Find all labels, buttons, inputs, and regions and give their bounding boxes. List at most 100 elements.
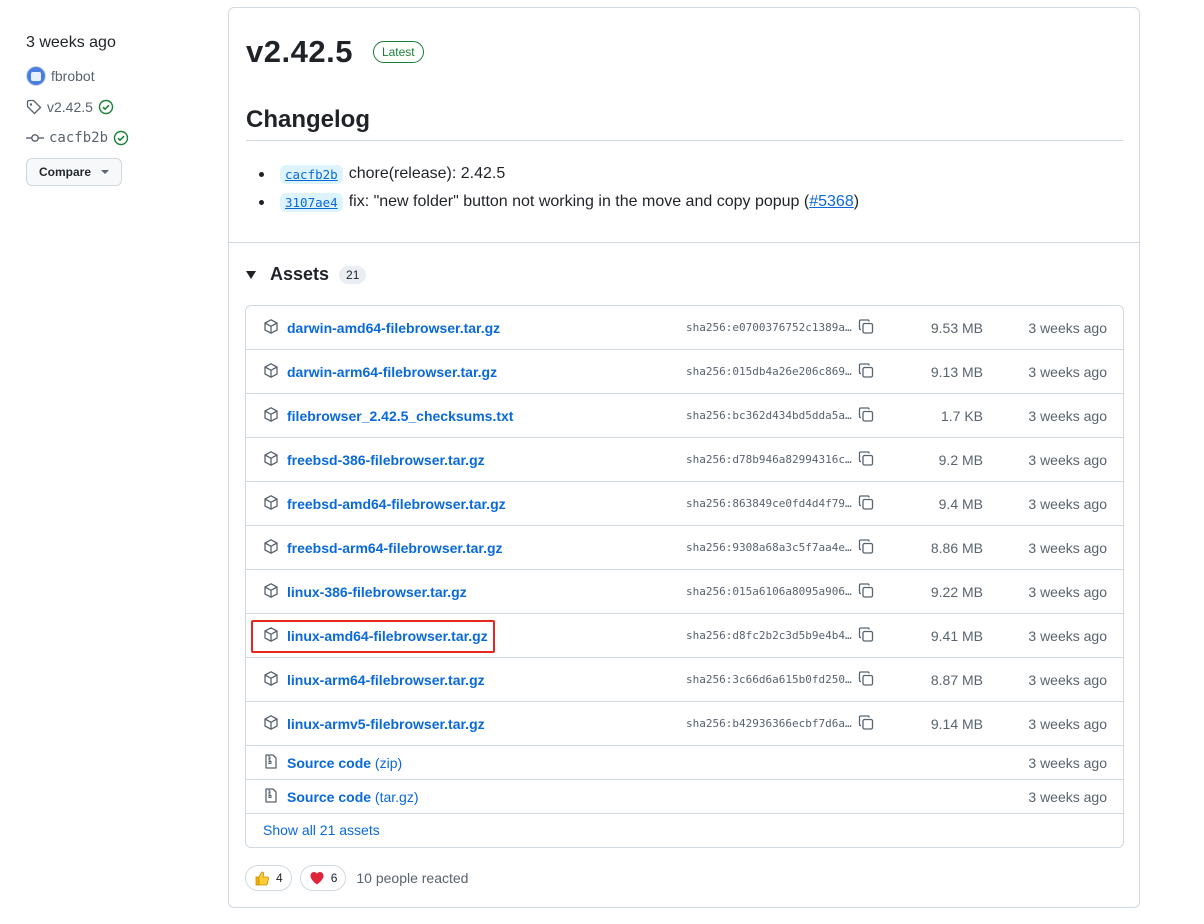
- asset-time: 3 weeks ago: [1028, 451, 1107, 468]
- asset-row: filebrowser_2.42.5_checksums.txt sha256:b…: [246, 394, 1123, 438]
- changelog-list: cacfb2b chore(release): 2.42.5 3107ae4 f…: [259, 160, 859, 216]
- asset-link[interactable]: linux-386-filebrowser.tar.gz: [287, 584, 467, 600]
- changelog-item: cacfb2b chore(release): 2.42.5: [259, 160, 859, 188]
- show-all-assets-link[interactable]: Show all 21 assets: [246, 814, 1123, 845]
- copy-icon[interactable]: [858, 362, 874, 381]
- asset-link[interactable]: linux-armv5-filebrowser.tar.gz: [287, 716, 485, 732]
- tag-label[interactable]: v2.42.5: [47, 99, 93, 115]
- section-divider: [229, 242, 1139, 243]
- release-title[interactable]: v2.42.5: [246, 34, 353, 70]
- asset-link[interactable]: filebrowser_2.42.5_checksums.txt: [287, 408, 513, 424]
- package-icon: [264, 714, 278, 730]
- asset-sha: sha256:015a6106a8095a906…: [686, 585, 852, 598]
- reaction-thumbs-up[interactable]: 4: [245, 865, 292, 891]
- asset-time: 3 weeks ago: [1028, 539, 1107, 556]
- chevron-down-icon: [101, 170, 110, 174]
- asset-size: 8.86 MB: [930, 539, 983, 556]
- source-link[interactable]: Source code (zip): [287, 755, 402, 771]
- changelog-item: 3107ae4 fix: "new folder" button not wor…: [259, 188, 859, 216]
- thumbs-up-icon: [255, 871, 269, 886]
- file-zip-icon: [265, 753, 277, 769]
- asset-sha: sha256:e0700376752c1389a…: [686, 321, 852, 334]
- tag-row[interactable]: v2.42.5: [26, 96, 206, 118]
- asset-link[interactable]: linux-amd64-filebrowser.tar.gz: [287, 628, 488, 644]
- asset-row: freebsd-386-filebrowser.tar.gz sha256:d78…: [246, 438, 1123, 482]
- asset-time: 3 weeks ago: [1028, 715, 1107, 732]
- changelog-text: chore(release): 2.42.5: [348, 165, 506, 182]
- asset-link[interactable]: freebsd-amd64-filebrowser.tar.gz: [287, 496, 506, 512]
- asset-row: linux-amd64-filebrowser.tar.gz sha256:d8f…: [246, 614, 1123, 658]
- compare-button[interactable]: Compare: [26, 158, 123, 186]
- copy-icon[interactable]: [858, 406, 874, 425]
- copy-icon[interactable]: [858, 582, 874, 601]
- source-link[interactable]: Source code (tar.gz): [287, 789, 419, 805]
- source-label: Source code: [287, 754, 372, 771]
- commit-sha[interactable]: cacfb2b: [49, 130, 108, 146]
- reactions-bar: 4 6 10 people reacted: [245, 865, 468, 891]
- copy-icon[interactable]: [858, 538, 874, 557]
- package-icon: [264, 318, 278, 334]
- asset-link[interactable]: freebsd-arm64-filebrowser.tar.gz: [287, 540, 503, 556]
- asset-sha: sha256:3c66d6a615b0fd250…: [686, 673, 852, 686]
- author-name[interactable]: fbrobot: [51, 68, 95, 84]
- heart-icon: [310, 872, 324, 885]
- asset-row: freebsd-amd64-filebrowser.tar.gz sha256:8…: [246, 482, 1123, 526]
- asset-sha: sha256:d78b946a82994316c…: [686, 453, 852, 466]
- asset-link[interactable]: linux-arm64-filebrowser.tar.gz: [287, 672, 485, 688]
- reaction-count: 6: [330, 871, 338, 885]
- source-row: Source code (tar.gz) 3 weeks ago: [246, 780, 1123, 814]
- package-icon: [264, 450, 278, 466]
- asset-sha: sha256:9308a68a3c5f7aa4e…: [686, 541, 852, 554]
- paren-open: (: [799, 193, 810, 210]
- author-row[interactable]: fbrobot: [26, 65, 206, 87]
- asset-row: linux-386-filebrowser.tar.gz sha256:015a6…: [246, 570, 1123, 614]
- release-card: v2.42.5 Latest Changelog cacfb2b chore(r…: [228, 7, 1140, 908]
- asset-link[interactable]: freebsd-386-filebrowser.tar.gz: [287, 452, 485, 468]
- asset-size: 9.41 MB: [930, 627, 983, 644]
- copy-icon[interactable]: [858, 494, 874, 513]
- commit-icon: [26, 134, 44, 142]
- asset-sha: sha256:b42936366ecbf7d6a…: [686, 717, 852, 730]
- asset-time: 3 weeks ago: [1028, 788, 1107, 805]
- copy-icon[interactable]: [858, 714, 874, 733]
- package-icon: [264, 362, 278, 378]
- commit-link[interactable]: cacfb2b: [280, 164, 343, 184]
- assets-toggle[interactable]: Assets 21: [246, 264, 367, 285]
- asset-row: freebsd-arm64-filebrowser.tar.gz sha256:9…: [246, 526, 1123, 570]
- verified-check-icon: [113, 130, 129, 146]
- asset-time: 3 weeks ago: [1028, 583, 1107, 600]
- copy-icon[interactable]: [858, 626, 874, 645]
- package-icon: [264, 626, 278, 642]
- issue-link[interactable]: #5368: [809, 193, 854, 211]
- asset-row: darwin-arm64-filebrowser.tar.gz sha256:01…: [246, 350, 1123, 394]
- source-row: Source code (zip) 3 weeks ago: [246, 746, 1123, 780]
- asset-size: 9.13 MB: [930, 363, 983, 380]
- asset-time: 3 weeks ago: [1028, 754, 1107, 771]
- copy-icon[interactable]: [858, 318, 874, 337]
- package-icon: [264, 582, 278, 598]
- commit-row[interactable]: cacfb2b: [26, 127, 206, 149]
- package-icon: [264, 670, 278, 686]
- latest-badge: Latest: [372, 41, 424, 63]
- commit-link[interactable]: 3107ae4: [280, 192, 343, 212]
- tag-icon: [26, 99, 42, 115]
- asset-sha: sha256:d8fc2b2c3d5b9e4b4…: [686, 629, 852, 642]
- asset-size: 9.22 MB: [930, 583, 983, 600]
- asset-link[interactable]: darwin-amd64-filebrowser.tar.gz: [287, 320, 500, 336]
- reaction-heart[interactable]: 6: [299, 865, 347, 891]
- asset-time: 3 weeks ago: [1028, 495, 1107, 512]
- asset-sha: sha256:863849ce0fd4d4f79…: [686, 497, 852, 510]
- avatar[interactable]: [26, 66, 46, 86]
- triangle-down-icon: [246, 270, 256, 279]
- copy-icon[interactable]: [858, 450, 874, 469]
- asset-row: linux-arm64-filebrowser.tar.gz sha256:3c6…: [246, 658, 1123, 702]
- copy-icon[interactable]: [858, 670, 874, 689]
- changelog-text: fix: "new folder" button not working in …: [348, 193, 800, 210]
- reactions-summary: 10 people reacted: [356, 870, 469, 886]
- asset-link[interactable]: darwin-arm64-filebrowser.tar.gz: [287, 364, 497, 380]
- asset-size: 9.53 MB: [930, 319, 983, 336]
- asset-size: 9.14 MB: [930, 715, 983, 732]
- asset-sha: sha256:015db4a26e206c869…: [686, 365, 852, 378]
- source-kind: (tar.gz): [374, 788, 419, 805]
- asset-sha: sha256:bc362d434bd5dda5a…: [686, 409, 852, 422]
